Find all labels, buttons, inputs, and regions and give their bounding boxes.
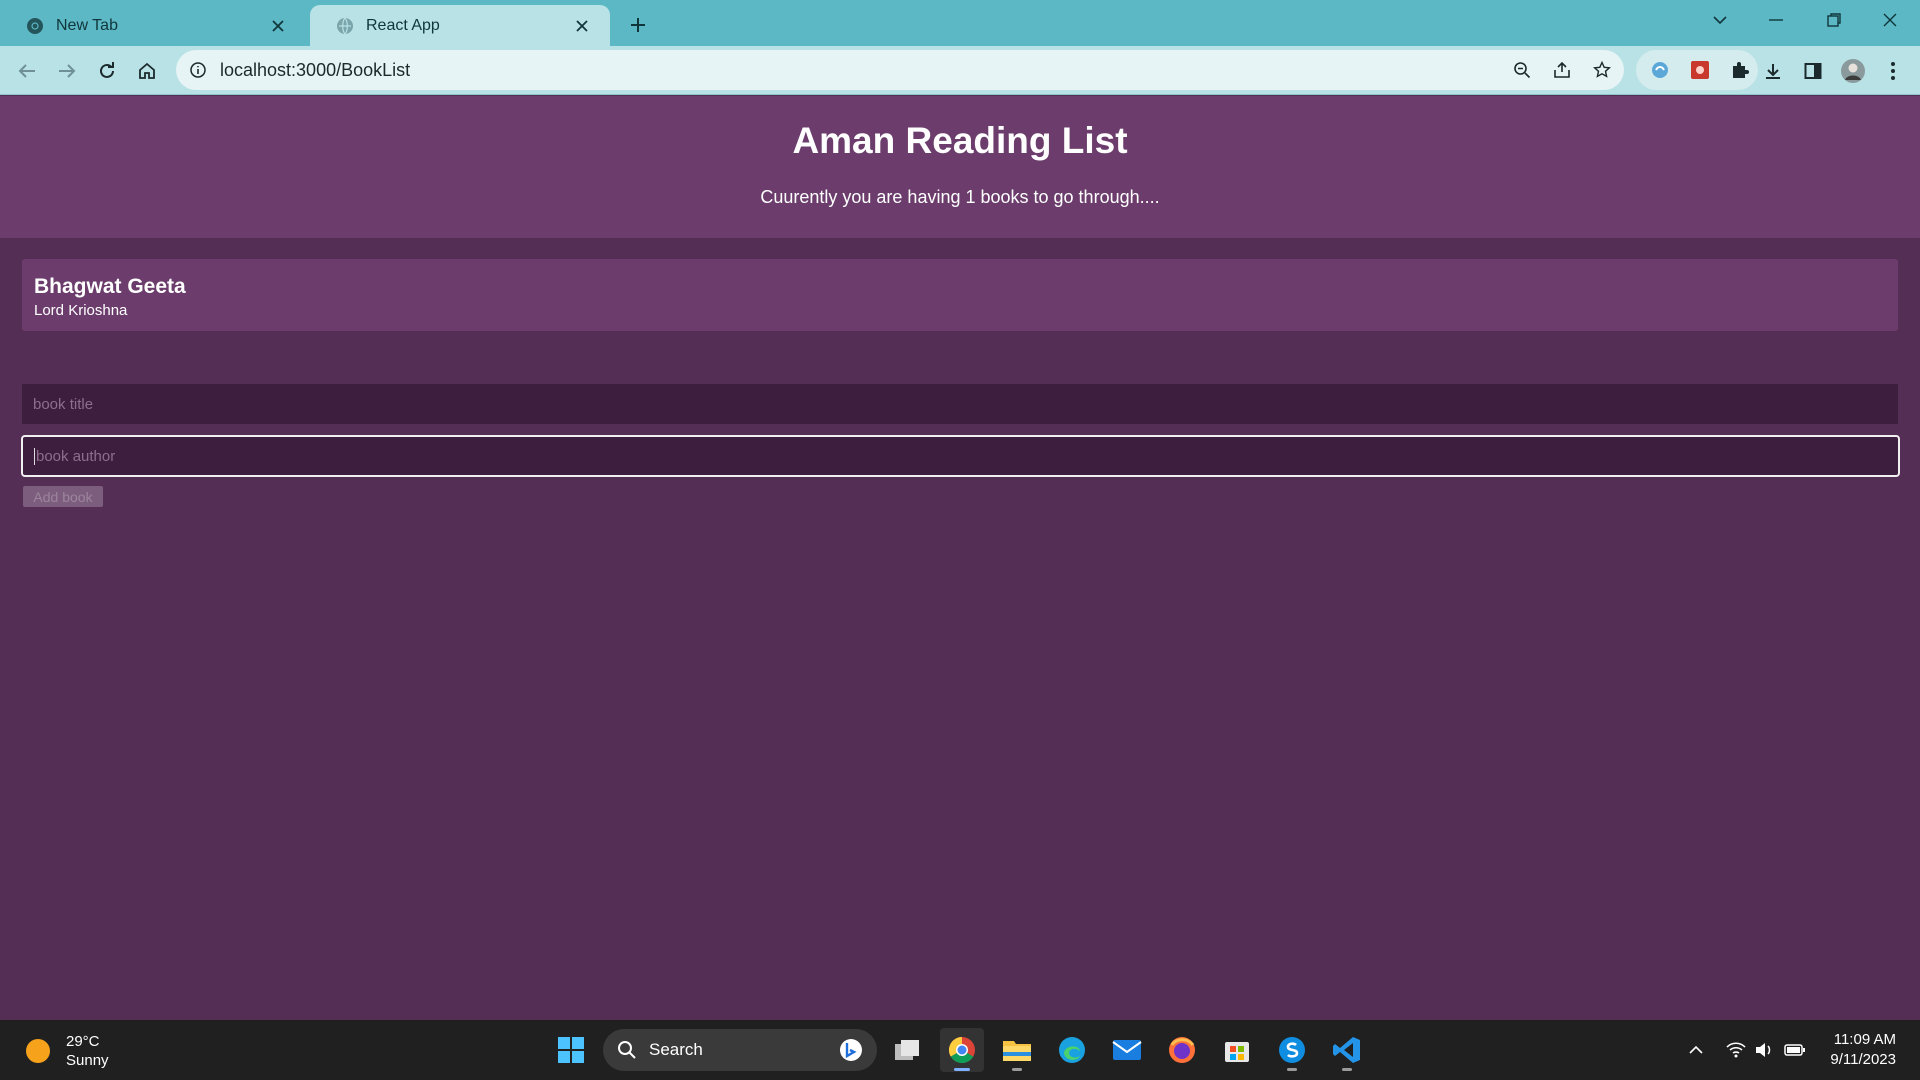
add-book-button[interactable]: Add book [23, 486, 103, 507]
zoom-icon[interactable] [1508, 56, 1536, 84]
book-count-text: Cuurently you are having 1 books to go t… [760, 187, 1160, 207]
url-host: localhost [220, 59, 292, 80]
extensions-group [1636, 50, 1758, 90]
search-icon [617, 1040, 637, 1060]
clock-time: 11:09 AM [1833, 1031, 1896, 1048]
sun-icon [26, 1039, 50, 1063]
extension-icon[interactable] [1690, 60, 1710, 80]
bing-icon[interactable] [839, 1038, 863, 1062]
firefox-icon[interactable] [1160, 1028, 1204, 1072]
os-taskbar: 29°C Sunny Search 11:09 AM 9/11/2023 [0, 1020, 1920, 1080]
tab-search-chevron-icon[interactable] [1692, 0, 1748, 40]
side-panel-icon[interactable] [1798, 56, 1828, 86]
bookmark-star-icon[interactable] [1588, 56, 1616, 84]
url-text: localhost:3000/BookList [220, 60, 410, 81]
skype-icon[interactable] [1270, 1028, 1314, 1072]
chrome-taskbar-icon[interactable] [940, 1028, 984, 1072]
text-caret [34, 447, 35, 465]
browser-tab-strip: New Tab React App [0, 0, 1920, 46]
mail-icon[interactable] [1105, 1028, 1149, 1072]
microsoft-store-icon[interactable] [1215, 1028, 1259, 1072]
app-header: Aman Reading List Cuurently you are havi… [0, 96, 1920, 238]
puzzle-icon[interactable] [1730, 60, 1750, 80]
address-bar[interactable]: localhost:3000/BookList [176, 50, 1624, 90]
tab-new-tab[interactable]: New Tab [0, 5, 306, 46]
file-explorer-icon[interactable] [995, 1028, 1039, 1072]
book-author-input[interactable]: book author [21, 435, 1900, 477]
book-list-item[interactable]: Bhagwat Geeta Lord Krioshna [22, 259, 1898, 331]
home-icon[interactable] [132, 56, 162, 86]
browser-toolbar: localhost:3000/BookList [0, 46, 1920, 95]
taskbar-search[interactable]: Search [603, 1029, 877, 1071]
book-author: Lord Krioshna [34, 302, 128, 319]
tab-react-app[interactable]: React App [310, 5, 610, 46]
task-view-icon[interactable] [885, 1028, 929, 1072]
book-title-placeholder: book title [33, 395, 94, 413]
back-arrow-icon[interactable] [12, 56, 42, 86]
edge-icon[interactable] [1050, 1028, 1094, 1072]
more-menu-icon[interactable] [1878, 56, 1908, 86]
share-icon[interactable] [1548, 56, 1576, 84]
book-title-input[interactable]: book title [22, 384, 1898, 424]
minimize-icon[interactable] [1748, 0, 1804, 40]
book-author-placeholder: book author [36, 447, 116, 465]
book-title: Bhagwat Geeta [34, 275, 186, 298]
tab-label: New Tab [56, 16, 118, 34]
weather-widget[interactable]: 29°C Sunny [26, 1032, 109, 1070]
extension-icon[interactable] [1650, 60, 1670, 80]
close-tab-icon[interactable] [266, 14, 290, 38]
new-tab-button[interactable] [622, 9, 654, 41]
url-path: :3000/BookList [291, 59, 411, 80]
site-info-icon[interactable] [190, 62, 206, 78]
weather-description: Sunny [66, 1052, 109, 1069]
chrome-icon [26, 17, 44, 35]
forward-arrow-icon[interactable] [52, 56, 82, 86]
tab-label: React App [366, 16, 440, 34]
wifi-icon[interactable] [1722, 1036, 1750, 1064]
reload-icon[interactable] [92, 56, 122, 86]
search-label: Search [649, 1040, 703, 1059]
system-clock[interactable]: 11:09 AM 9/11/2023 [1830, 1030, 1896, 1070]
weather-temperature: 29°C [66, 1033, 100, 1050]
battery-icon[interactable] [1781, 1036, 1809, 1064]
page-title: Aman Reading List [792, 120, 1128, 161]
restore-icon[interactable] [1806, 0, 1862, 40]
close-tab-icon[interactable] [570, 14, 594, 38]
volume-icon[interactable] [1750, 1036, 1778, 1064]
clock-date: 9/11/2023 [1830, 1051, 1896, 1068]
profile-avatar[interactable] [1838, 56, 1868, 86]
download-icon[interactable] [1758, 56, 1788, 86]
windows-start-icon[interactable] [549, 1028, 593, 1072]
vscode-icon[interactable] [1325, 1028, 1369, 1072]
globe-icon [336, 17, 354, 35]
show-hidden-icons-chevron-icon[interactable] [1682, 1036, 1710, 1064]
close-window-icon[interactable] [1862, 0, 1918, 40]
